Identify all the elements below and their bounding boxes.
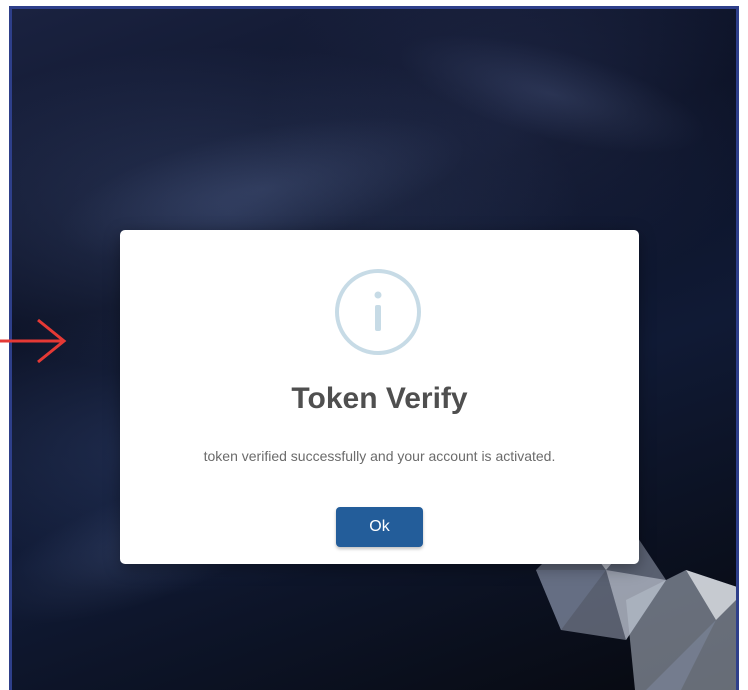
ok-button[interactable]: Ok	[336, 507, 423, 547]
dialog-title: Token Verify	[291, 382, 468, 415]
red-arrow-icon	[0, 318, 67, 364]
dialog-message: token verified successfully and your acc…	[203, 448, 556, 464]
token-verify-dialog: Token Verify token verified successfully…	[120, 230, 639, 564]
info-icon	[335, 269, 421, 355]
